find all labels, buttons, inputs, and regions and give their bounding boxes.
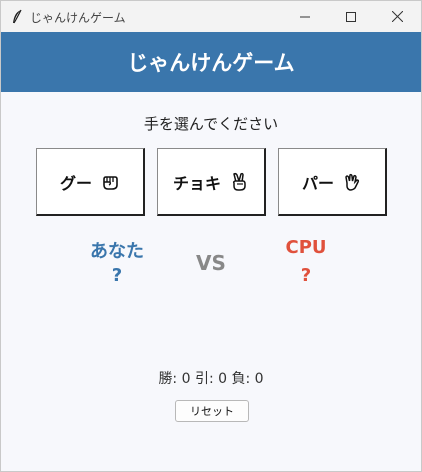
app-window: じゃんけんゲーム じゃんけんゲーム 手を選んでください グー チョキ パー あな… <box>0 0 422 472</box>
reset-button-label: リセット <box>190 405 234 418</box>
close-icon <box>391 7 403 26</box>
window-title: じゃんけんゲーム <box>30 11 126 25</box>
cpu-hand: ? <box>300 265 312 286</box>
victory-hand-icon <box>229 172 249 192</box>
paper-button-label: パー <box>301 173 334 193</box>
fist-icon <box>100 172 120 192</box>
close-button[interactable] <box>374 1 420 32</box>
scissors-button-label: チョキ <box>172 173 221 193</box>
choose-hand-prompt: 手を選んでください <box>143 115 279 133</box>
rock-button-label: グー <box>59 173 92 193</box>
feather-icon <box>10 9 24 25</box>
cpu-label: CPU <box>285 237 327 258</box>
page-title: じゃんけんゲーム <box>127 51 295 75</box>
header-banner: じゃんけんゲーム <box>1 32 421 92</box>
reset-button[interactable]: リセット <box>175 400 249 422</box>
player-label: あなた <box>90 241 144 262</box>
minimize-button[interactable] <box>282 1 328 32</box>
paper-button[interactable]: パー <box>278 148 387 216</box>
maximize-button[interactable] <box>328 1 374 32</box>
player-hand: ? <box>111 265 123 286</box>
versus-label: VS <box>196 251 226 275</box>
minimize-icon <box>300 7 310 26</box>
open-hand-icon <box>342 172 362 192</box>
title-bar[interactable]: じゃんけんゲーム <box>1 1 421 32</box>
rock-button[interactable]: グー <box>36 148 145 216</box>
scissors-button[interactable]: チョキ <box>157 148 266 216</box>
score-display: 勝: 0 引: 0 負: 0 <box>158 371 264 387</box>
maximize-icon <box>346 7 356 26</box>
